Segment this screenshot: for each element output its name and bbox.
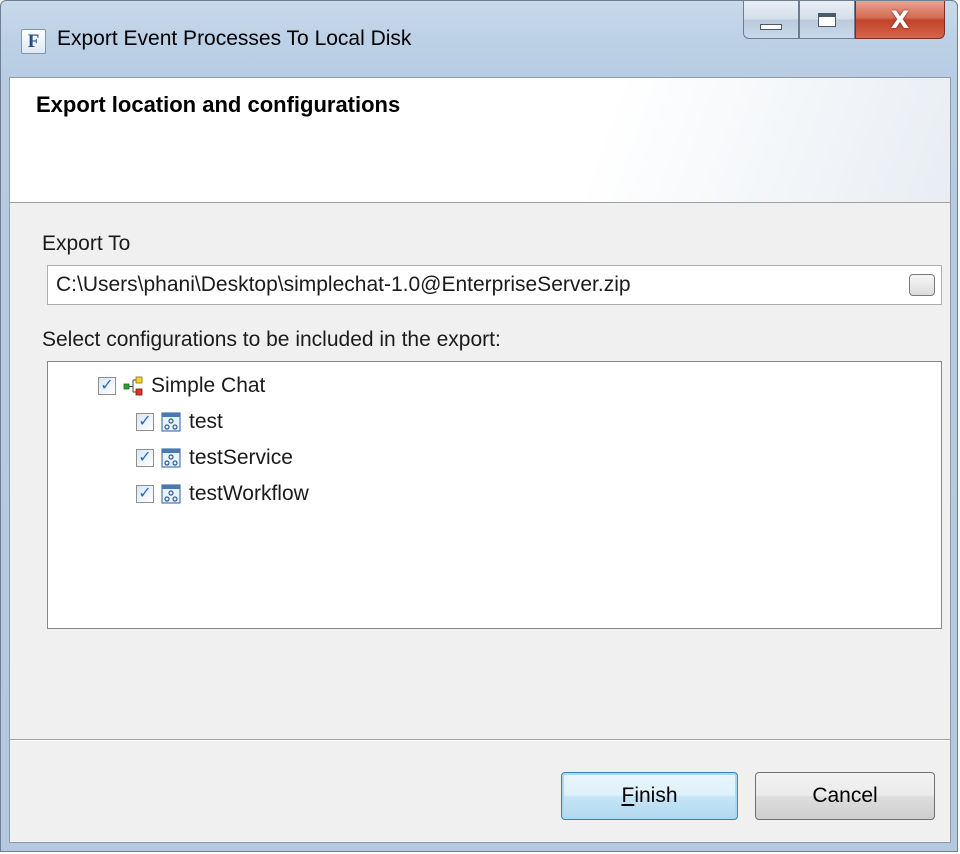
checkbox-simple-chat[interactable]: ✓ bbox=[98, 377, 116, 395]
tree-item-label: testService bbox=[189, 446, 293, 469]
dialog-client-area: Export location and configurations Expor… bbox=[9, 77, 951, 843]
window-title: Export Event Processes To Local Disk bbox=[57, 27, 412, 50]
configurations-tree[interactable]: ✓ Simple Chat ✓ test ✓ testService ✓ tes… bbox=[47, 361, 942, 629]
export-to-label: Export To bbox=[42, 232, 131, 255]
close-icon: X bbox=[890, 5, 910, 34]
browse-button[interactable] bbox=[909, 274, 935, 296]
tree-item-label: testWorkflow bbox=[189, 482, 309, 505]
finish-label: inish bbox=[634, 784, 678, 807]
maximize-icon bbox=[818, 12, 836, 27]
configurations-label: Select configurations to be included in … bbox=[42, 328, 501, 351]
close-button[interactable]: X bbox=[855, 1, 945, 39]
app-icon: F bbox=[21, 29, 46, 54]
button-bar-separator bbox=[10, 739, 950, 741]
configuration-icon bbox=[161, 448, 181, 468]
project-tree-icon bbox=[123, 376, 143, 396]
maximize-button[interactable] bbox=[799, 1, 855, 39]
configuration-icon bbox=[161, 412, 181, 432]
cancel-button[interactable]: Cancel bbox=[755, 772, 935, 820]
minimize-button[interactable] bbox=[743, 1, 799, 39]
export-path-field[interactable] bbox=[47, 265, 942, 305]
window-controls: X bbox=[743, 1, 945, 41]
tree-item-test[interactable]: ✓ test bbox=[136, 408, 223, 436]
export-path-input[interactable] bbox=[56, 266, 896, 304]
minimize-icon bbox=[760, 23, 782, 30]
configuration-icon bbox=[161, 484, 181, 504]
checkbox-test-service[interactable]: ✓ bbox=[136, 449, 154, 467]
tree-item-test-service[interactable]: ✓ testService bbox=[136, 444, 293, 472]
tree-item-label: test bbox=[189, 410, 223, 433]
checkbox-test[interactable]: ✓ bbox=[136, 413, 154, 431]
tree-item-simple-chat[interactable]: ✓ Simple Chat bbox=[98, 372, 265, 400]
header-banner: Export location and configurations bbox=[10, 78, 950, 203]
checkbox-test-workflow[interactable]: ✓ bbox=[136, 485, 154, 503]
tree-item-test-workflow[interactable]: ✓ testWorkflow bbox=[136, 480, 309, 508]
dialog-window: F Export Event Processes To Local Disk X… bbox=[0, 0, 958, 852]
title-bar[interactable]: F Export Event Processes To Local Disk X bbox=[1, 1, 959, 77]
tree-item-label: Simple Chat bbox=[151, 374, 266, 397]
finish-mnemonic: F bbox=[621, 784, 635, 807]
page-title: Export location and configurations bbox=[36, 92, 401, 117]
finish-button[interactable]: Finish bbox=[561, 772, 738, 820]
